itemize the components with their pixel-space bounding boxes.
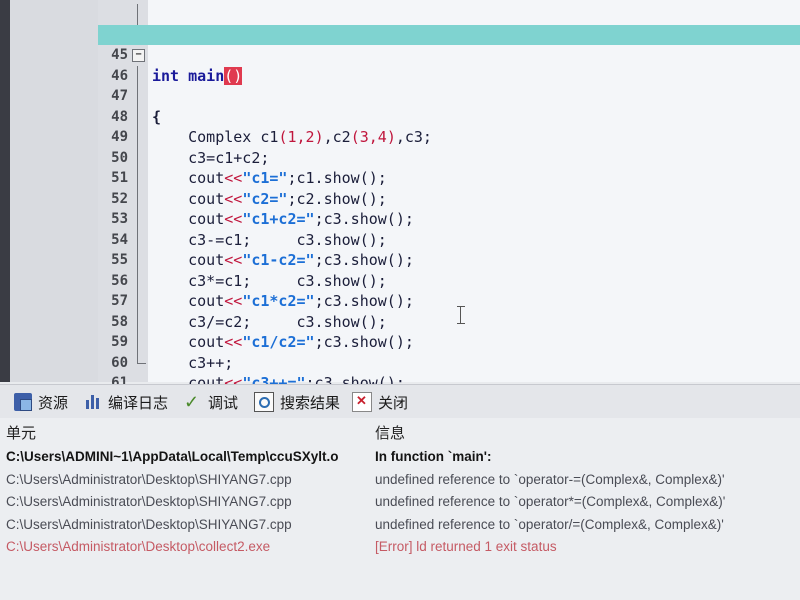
fold-guide [137, 86, 138, 107]
code-line[interactable]: 53 cout<<"c1-c2=";c3.show(); [98, 188, 800, 269]
fold-collapse-icon[interactable]: − [132, 49, 145, 62]
compiler-messages-panel: 单元 信息 C:\Users\ADMINI~1\AppData\Local\Te… [0, 418, 800, 600]
tab-label: 调试 [208, 394, 239, 412]
resources-icon [14, 393, 32, 411]
fold-guide [137, 4, 138, 25]
message-row[interactable]: C:\Users\Administrator\Desktop\SHIYANG7.… [0, 514, 800, 537]
code-line[interactable]: 56 c3/=c2; c3.show(); [98, 250, 800, 331]
fold-guide [137, 332, 138, 353]
code-line[interactable]: 61 } [98, 352, 800, 433]
message-unit: C:\Users\Administrator\Desktop\SHIYANG7.… [6, 471, 292, 487]
fold-guide [137, 65, 138, 86]
tab-label: 搜索结果 [280, 394, 341, 412]
code-line[interactable]: 58 c3++; [98, 291, 800, 372]
text-cursor-icon [457, 306, 467, 324]
fold-guide [137, 188, 138, 209]
code-line[interactable]: 51 cout<<"c1+c2=";c3.show(); [98, 147, 800, 228]
code-line[interactable]: 55 cout<<"c1*c2=";c3.show(); [98, 229, 800, 310]
code-line[interactable]: 60 return 0; [98, 332, 800, 413]
message-info: undefined reference to `operator*=(Compl… [375, 494, 726, 509]
column-header-unit[interactable]: 单元 [6, 422, 36, 443]
message-info: [Error] ld returned 1 exit status [375, 539, 557, 554]
fold-guide [137, 168, 138, 189]
code-line[interactable]: 44 [98, 4, 800, 43]
fold-guide [137, 291, 138, 312]
message-row-error[interactable]: C:\Users\Administrator\Desktop\collect2.… [0, 536, 800, 559]
code-line[interactable]: 59 cout<<"c3++=";c3.show(); [98, 311, 800, 392]
fold-guide [137, 311, 138, 332]
code-line[interactable]: 57 cout<<"c1/c2=";c3.show(); [98, 270, 800, 351]
message-row[interactable]: C:\Users\ADMINI~1\AppData\Local\Temp\ccu… [0, 446, 800, 469]
message-row[interactable]: C:\Users\Administrator\Desktop\SHIYANG7.… [0, 491, 800, 514]
tab-close[interactable]: 关闭 [352, 391, 408, 413]
tab-label: 关闭 [378, 394, 409, 412]
bottom-tab-bar: 资源 编译日志 ✓ 调试 搜索结果 关闭 [0, 384, 800, 419]
code-line-active[interactable]: 45 int main() [98, 24, 800, 85]
code-lines[interactable]: 44 45 int main() 46 − { 47 Complex c1(1,… [98, 4, 800, 433]
code-line[interactable]: 54 c3*=c1; c3.show(); [98, 209, 800, 290]
tab-compile-log[interactable]: 编译日志 [84, 391, 168, 413]
code-line[interactable]: 46 − { [98, 45, 800, 126]
message-unit: C:\Users\ADMINI~1\AppData\Local\Temp\ccu… [6, 449, 339, 464]
tab-resources[interactable]: 资源 [14, 391, 68, 413]
code-line[interactable]: 50 cout<<"c2=";c2.show(); [98, 127, 800, 208]
fold-guide [137, 250, 138, 271]
close-icon [352, 392, 372, 412]
code-line[interactable]: 49 cout<<"c1=";c1.show(); [98, 106, 800, 187]
message-info: undefined reference to `operator/=(Compl… [375, 516, 724, 532]
editor-side-panel [10, 0, 99, 382]
fold-guide [137, 147, 138, 168]
message-unit: C:\Users\Administrator\Desktop\SHIYANG7.… [6, 494, 292, 509]
message-unit: C:\Users\Administrator\Desktop\SHIYANG7.… [6, 516, 292, 532]
tab-label: 资源 [38, 394, 69, 412]
fold-end-guide [137, 352, 146, 364]
message-list: C:\Users\ADMINI~1\AppData\Local\Temp\ccu… [0, 446, 800, 559]
bar-chart-icon [84, 393, 102, 411]
code-line[interactable]: 47 Complex c1(1,2),c2(3,4),c3; [98, 65, 800, 146]
fold-guide [137, 127, 138, 148]
tab-debug[interactable]: ✓ 调试 [184, 391, 238, 413]
message-info: In function `main': [375, 449, 492, 464]
search-icon [254, 392, 274, 412]
fold-guide [137, 209, 138, 230]
checkmark-icon: ✓ [184, 392, 200, 412]
message-info: undefined reference to `operator-=(Compl… [375, 471, 725, 487]
code-line[interactable]: 48 c3=c1+c2; [98, 86, 800, 167]
tab-search-results[interactable]: 搜索结果 [254, 391, 340, 413]
tab-label: 编译日志 [108, 394, 169, 412]
fold-guide [137, 270, 138, 291]
left-dark-strip [0, 0, 10, 382]
column-header-info[interactable]: 信息 [375, 422, 405, 443]
code-line[interactable]: 52 c3-=c1; c3.show(); [98, 168, 800, 249]
message-row[interactable]: C:\Users\Administrator\Desktop\SHIYANG7.… [0, 469, 800, 492]
message-unit: C:\Users\Administrator\Desktop\collect2.… [6, 539, 271, 554]
fold-guide [137, 106, 138, 127]
fold-guide [137, 229, 138, 250]
